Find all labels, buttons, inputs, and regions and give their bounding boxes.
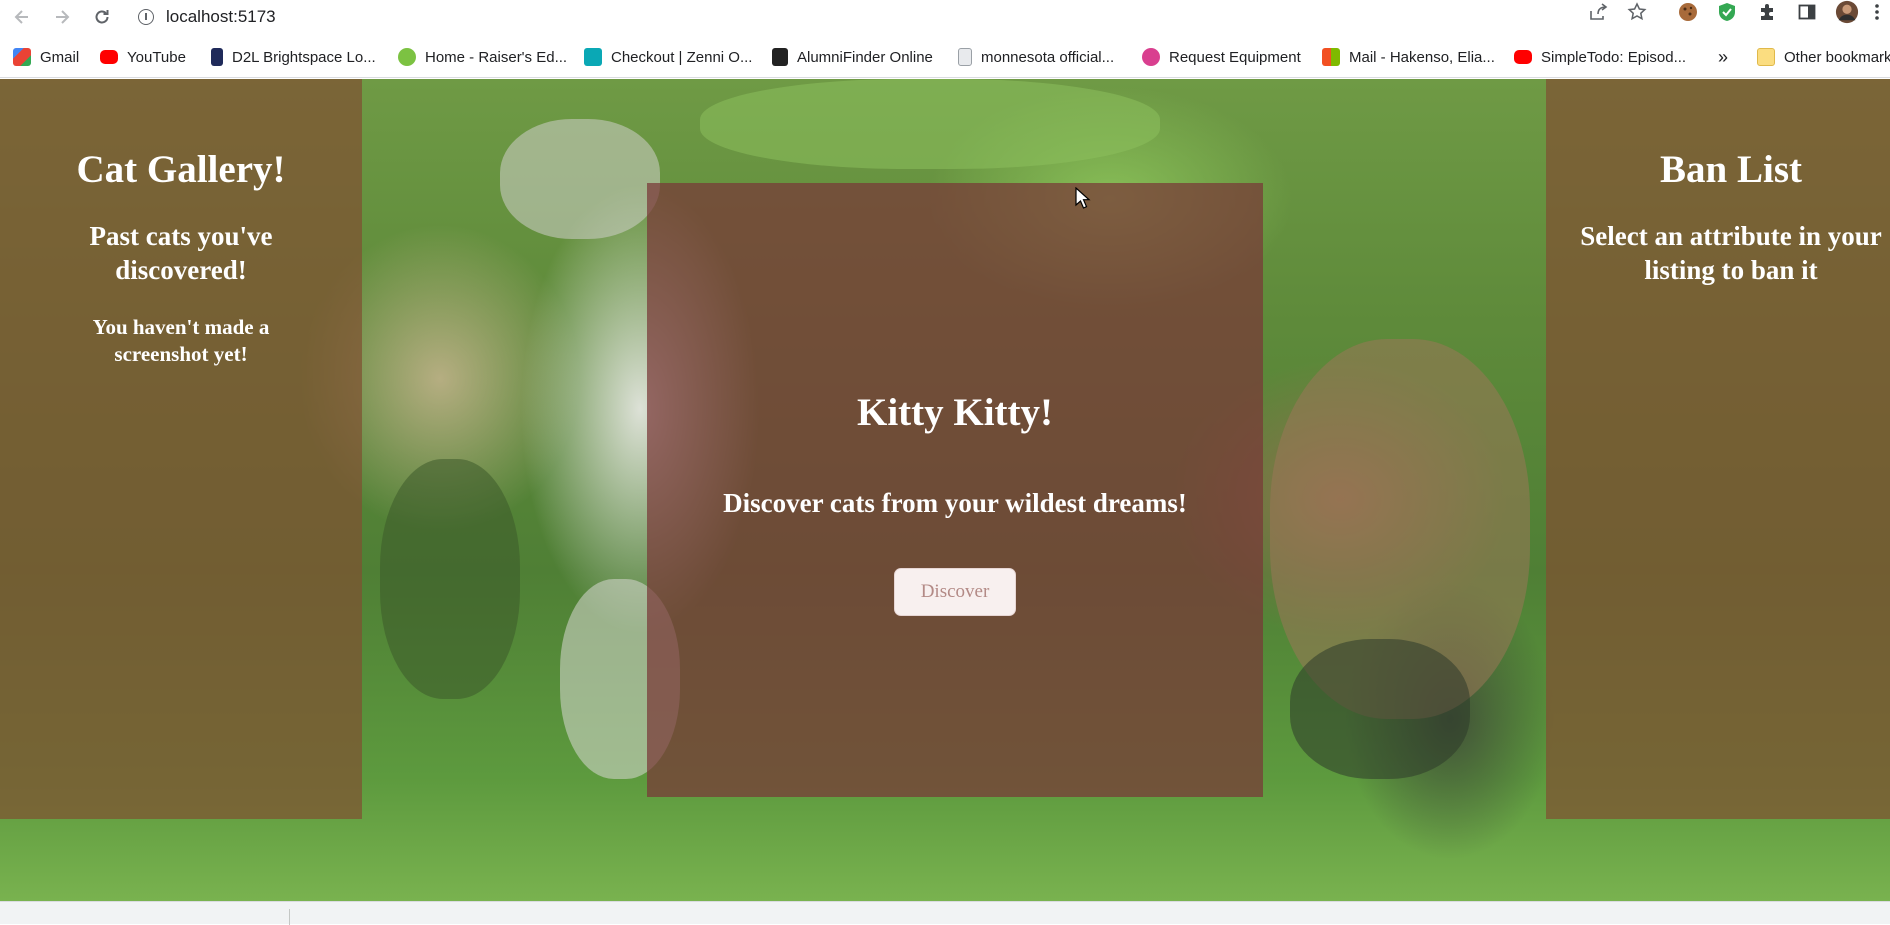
shield-check-icon [1719, 3, 1735, 21]
forward-button[interactable] [50, 5, 74, 29]
cookie-extension[interactable] [1676, 0, 1700, 24]
back-button[interactable] [10, 5, 34, 29]
bookmark-monnesota[interactable]: monnesota official... [958, 46, 1114, 68]
page-subtitle: Discover cats from your wildest dreams! [723, 488, 1187, 518]
youtube-icon [100, 50, 118, 64]
folder-icon [1757, 48, 1775, 66]
bookmark-alumnifinder[interactable]: AlumniFinder Online [772, 46, 933, 68]
background-texture [1290, 639, 1470, 779]
gallery-title: Cat Gallery! [76, 148, 286, 191]
bookmark-label: Mail - Hakenso, Elia... [1349, 48, 1495, 66]
address-bar[interactable]: localhost:5173 [138, 3, 276, 31]
cookie-icon [1679, 3, 1697, 21]
background-texture [500, 119, 660, 239]
cloud-icon [1142, 48, 1160, 66]
status-divider [289, 909, 290, 925]
zenni-icon [584, 48, 602, 66]
side-panel-button[interactable] [1795, 0, 1819, 24]
browser-toolbar: localhost:5173 [0, 0, 1890, 34]
bookmark-simpletodo[interactable]: SimpleTodo: Episod... [1514, 46, 1686, 68]
other-bookmarks-label: Other bookmarks [1784, 48, 1890, 66]
d2l-icon [211, 48, 223, 66]
status-bar [0, 901, 1890, 925]
other-bookmarks[interactable]: Other bookmarks [1757, 46, 1890, 68]
microsoft-icon [1322, 48, 1340, 66]
discover-button[interactable]: Discover [894, 568, 1016, 616]
bookmark-label: SimpleTodo: Episod... [1541, 48, 1687, 66]
bookmarks-bar: Gmail YouTube D2L Brightspace Lo... Home… [0, 36, 1890, 78]
shield-extension[interactable] [1715, 0, 1739, 24]
reload-icon [95, 10, 109, 24]
avatar-icon [1835, 0, 1859, 24]
bookmark-raisers-edge[interactable]: Home - Raiser's Ed... [398, 46, 567, 68]
reload-button[interactable] [90, 5, 114, 29]
side-panel-icon [1798, 4, 1816, 20]
alumnifinder-icon [772, 48, 788, 66]
url-text: localhost:5173 [166, 7, 276, 26]
site-info-icon[interactable] [138, 9, 154, 25]
bookmark-mail[interactable]: Mail - Hakenso, Elia... [1322, 46, 1495, 68]
bookmarks-overflow-button[interactable]: » [1718, 46, 1728, 68]
bookmark-youtube[interactable]: YouTube [100, 46, 186, 68]
back-arrow-icon [14, 10, 28, 24]
profile-avatar[interactable] [1835, 0, 1859, 24]
star-icon [1627, 2, 1647, 21]
bookmark-label: AlumniFinder Online [797, 48, 933, 66]
mouse-cursor-icon [1075, 187, 1091, 209]
page-title: Kitty Kitty! [856, 391, 1054, 434]
raisers-edge-icon [398, 48, 416, 66]
page-background: Cat Gallery! Past cats you've discovered… [0, 79, 1890, 901]
bookmark-label: D2L Brightspace Lo... [232, 48, 376, 66]
kebab-menu-icon [1875, 4, 1879, 20]
bookmark-label: Request Equipment [1169, 48, 1301, 66]
bookmark-label: YouTube [127, 48, 186, 66]
gallery-empty-note: You haven't made a screenshot yet! [92, 315, 270, 366]
bookmark-label: Checkout | Zenni O... [611, 48, 753, 66]
bookmark-label: Home - Raiser's Ed... [425, 48, 568, 66]
bookmark-star-button[interactable] [1625, 0, 1649, 24]
bookmark-request-equipment[interactable]: Request Equipment [1142, 46, 1301, 68]
share-icon [1590, 3, 1608, 20]
bookmark-zenni[interactable]: Checkout | Zenni O... [584, 46, 752, 68]
extensions-button[interactable] [1755, 0, 1779, 24]
puzzle-icon [1761, 4, 1773, 20]
background-texture [380, 459, 520, 699]
gallery-subtitle: Past cats you've discovered! [89, 221, 273, 285]
share-button[interactable] [1586, 0, 1610, 24]
bookmark-d2l[interactable]: D2L Brightspace Lo... [211, 46, 376, 68]
bookmark-label: monnesota official... [981, 48, 1115, 66]
forward-arrow-icon [56, 10, 70, 24]
background-texture [700, 79, 1160, 169]
bookmark-gmail[interactable]: Gmail [13, 46, 79, 68]
ban-list-title: Ban List [1660, 148, 1802, 191]
document-icon [958, 48, 972, 66]
browser-menu-button[interactable] [1870, 0, 1884, 24]
bookmark-label: Gmail [40, 48, 80, 66]
gmail-icon [13, 48, 31, 66]
overflow-label: » [1718, 46, 1729, 67]
ban-list-subtitle: Select an attribute in your listing to b… [1580, 221, 1882, 285]
youtube-icon [1514, 50, 1532, 64]
